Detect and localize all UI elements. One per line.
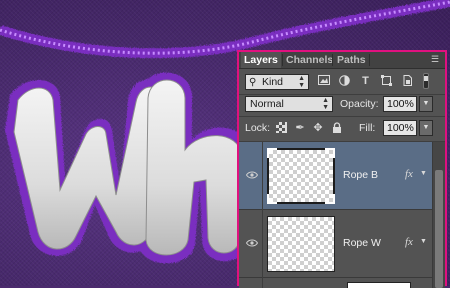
opacity-dropdown-button[interactable]: ▼ — [419, 96, 433, 112]
filter-toggle-switch[interactable] — [423, 73, 429, 89]
lock-position-icon[interactable]: ✥ — [312, 122, 324, 134]
tab-divider — [332, 54, 333, 66]
lock-label: Lock: — [245, 122, 271, 134]
layer-name[interactable]: Rope W — [343, 237, 381, 249]
tab-channels[interactable]: Channels — [283, 52, 333, 68]
panel-tab-bar: Layers Channels Paths ☰ — [239, 52, 445, 69]
scrollbar-thumb[interactable] — [435, 170, 443, 288]
panel-menu-icon[interactable]: ☰ — [428, 53, 442, 66]
layer-thumbnail[interactable] — [267, 148, 335, 204]
fill-label: Fill: — [359, 122, 376, 134]
layer-effects-icon[interactable]: fx — [405, 236, 413, 248]
tab-layers[interactable]: Layers — [241, 52, 281, 68]
type-filter-icon[interactable]: T — [359, 75, 372, 88]
opacity-input[interactable]: 100% — [383, 96, 417, 112]
kind-filter-label: Kind — [262, 76, 284, 88]
lock-row: Lock: ✒ ✥ Fill: 100% ▼ — [239, 118, 445, 140]
tab-divider — [369, 54, 370, 66]
chevron-down-icon[interactable]: ▼ — [420, 170, 427, 177]
fill-input[interactable]: 100% — [383, 120, 417, 136]
selection-corner — [325, 194, 335, 204]
visibility-toggle[interactable] — [241, 142, 263, 210]
eye-icon — [246, 171, 258, 179]
tab-paths[interactable]: Paths — [334, 52, 368, 68]
smart-object-filter-icon[interactable] — [401, 75, 414, 88]
lock-image-pixels-icon[interactable]: ✒ — [294, 122, 306, 134]
lock-transparent-pixels-icon[interactable] — [275, 122, 287, 134]
selection-corner — [267, 194, 277, 204]
blend-mode-value: Normal — [250, 98, 284, 110]
chevron-down-icon[interactable]: ▼ — [420, 238, 427, 245]
selection-corner — [267, 148, 277, 158]
eye-icon — [246, 239, 258, 247]
layer-thumbnail[interactable] — [347, 282, 411, 288]
blend-row: Normal ▲ ▼ Opacity: 100% ▼ — [239, 96, 445, 116]
search-icon: ⚲ — [249, 77, 257, 88]
opacity-label: Opacity: — [340, 98, 379, 110]
chevron-updown-icon: ▲ ▼ — [322, 97, 329, 111]
divider — [239, 94, 445, 95]
layer-name[interactable]: Rope B — [343, 169, 378, 181]
layers-list: Rope B fx ▼ Rope W fx ▼ — [239, 142, 432, 288]
layer-row-partial[interactable] — [239, 278, 432, 288]
adjustment-filter-icon[interactable] — [338, 75, 351, 88]
layers-panel: Layers Channels Paths ☰ ⚲ Kind ▲ ▼ T Nor… — [237, 50, 447, 288]
lock-all-icon[interactable] — [331, 122, 343, 134]
fill-dropdown-button[interactable]: ▼ — [419, 120, 433, 136]
chevron-updown-icon: ▲ ▼ — [298, 75, 305, 89]
layer-effects-icon[interactable]: fx — [405, 168, 413, 180]
layer-row-rope-b[interactable]: Rope B fx ▼ — [239, 142, 432, 210]
layer-filter-row: ⚲ Kind ▲ ▼ T — [239, 72, 445, 92]
blend-mode-dropdown[interactable]: Normal ▲ ▼ — [245, 96, 333, 112]
visibility-toggle[interactable] — [241, 278, 263, 288]
kind-filter-dropdown[interactable]: ⚲ Kind ▲ ▼ — [245, 74, 309, 90]
image-filter-icon[interactable] — [317, 75, 330, 88]
visibility-toggle[interactable] — [241, 210, 263, 278]
layer-thumbnail[interactable] — [267, 216, 335, 272]
layer-row-rope-w[interactable]: Rope W fx ▼ — [239, 210, 432, 278]
divider — [239, 116, 445, 117]
shape-filter-icon[interactable] — [380, 75, 393, 88]
selection-corner — [325, 148, 335, 158]
layers-scrollbar[interactable] — [432, 142, 445, 288]
